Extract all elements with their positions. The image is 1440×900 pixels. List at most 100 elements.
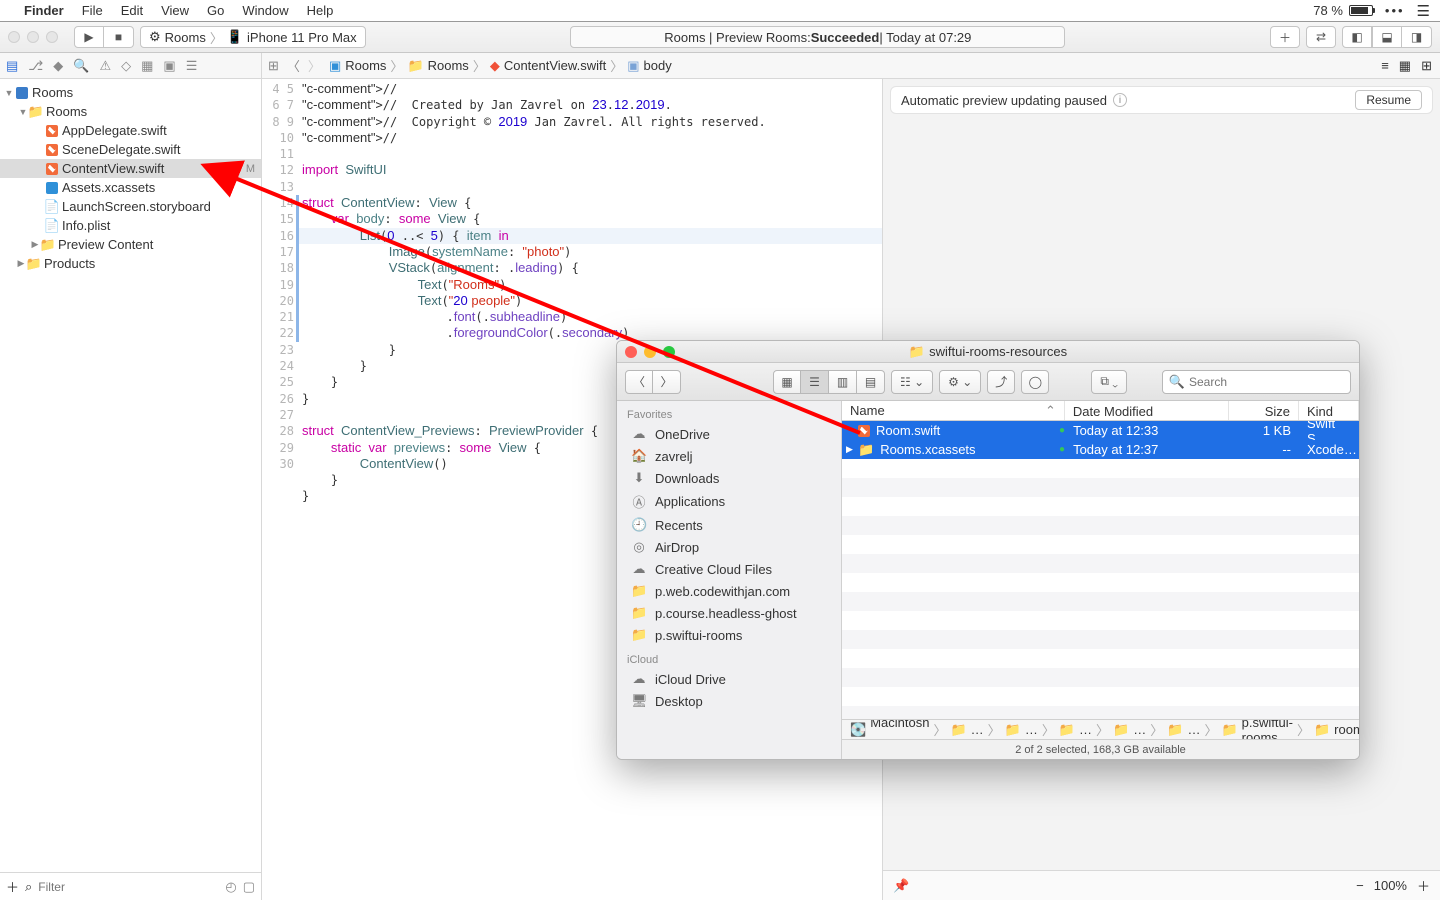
library-button[interactable]: ＋ xyxy=(1270,26,1300,48)
view-list-button[interactable]: ☰ xyxy=(801,370,829,394)
path-segment[interactable]: … xyxy=(1079,722,1092,737)
pin-icon[interactable]: 📌 xyxy=(893,878,909,894)
panel-bottom-button[interactable]: ⬓ xyxy=(1372,26,1402,48)
sidebar-item[interactable]: 📁p.course.headless-ghost xyxy=(617,602,841,624)
tree-file[interactable]: 📄Info.plist xyxy=(0,216,261,235)
share-button[interactable]: ⤴ xyxy=(987,370,1015,394)
resume-button[interactable]: Resume xyxy=(1355,90,1422,110)
stop-button[interactable]: ■ xyxy=(104,26,134,48)
list-item[interactable]: ▶📁Rooms.xcassets●Today at 12:37--Xcode… xyxy=(842,440,1359,459)
tree-file[interactable]: 📄LaunchScreen.storyboard xyxy=(0,197,261,216)
view-gallery-button[interactable]: ▤ xyxy=(857,370,885,394)
list-item[interactable]: Room.swift●Today at 12:331 KBSwift S… xyxy=(842,421,1359,440)
tree-file[interactable]: AppDelegate.swift xyxy=(0,121,261,140)
sidebar-item[interactable]: ☁OneDrive xyxy=(617,423,841,445)
source-control-navigator-icon[interactable]: ⎇ xyxy=(28,58,43,74)
file-tree[interactable]: ▼ Rooms ▼📁 Rooms AppDelegate.swift Scene… xyxy=(0,79,261,872)
breadcrumb[interactable]: ▣Rooms〉 📁Rooms〉 ◆ContentView.swift〉 ▣bod… xyxy=(329,56,672,75)
tree-file[interactable]: Assets.xcassets xyxy=(0,178,261,197)
scheme-selector[interactable]: ⚙︎Rooms 〉 📱iPhone 11 Pro Max xyxy=(140,26,366,48)
sidebar-item[interactable]: ⒶApplications xyxy=(617,489,841,514)
tree-file[interactable]: SceneDelegate.swift xyxy=(0,140,261,159)
zoom-in-button[interactable]: ＋ xyxy=(1417,876,1430,895)
group-button[interactable]: ☷ ⌄ xyxy=(891,370,933,394)
menubar-app[interactable]: Finder xyxy=(24,3,64,18)
editor-options-icon[interactable]: ≡ xyxy=(1381,58,1389,73)
action-button[interactable]: ⚙ ⌄ xyxy=(939,370,981,394)
view-column-button[interactable]: ▥ xyxy=(829,370,857,394)
find-navigator-icon[interactable]: 🔍 xyxy=(73,58,89,74)
menubar-help[interactable]: Help xyxy=(307,3,334,18)
search-input[interactable] xyxy=(1189,375,1344,389)
breakpoint-navigator-icon[interactable]: ▣ xyxy=(163,58,175,74)
list-body[interactable]: Room.swift●Today at 12:331 KBSwift S…▶📁R… xyxy=(842,421,1359,719)
tags-button[interactable]: ◯ xyxy=(1021,370,1049,394)
project-navigator-icon[interactable]: ▤ xyxy=(6,58,18,74)
window-controls[interactable] xyxy=(625,346,675,358)
finder-sidebar[interactable]: Favorites ☁OneDrive🏠zavrelj⬇DownloadsⒶAp… xyxy=(617,401,842,759)
window-controls[interactable] xyxy=(8,31,58,43)
menubar-window[interactable]: Window xyxy=(242,3,288,18)
path-segment[interactable]: … xyxy=(971,722,984,737)
sidebar-item[interactable]: 🏠zavrelj xyxy=(617,445,841,467)
finder-window[interactable]: 📁 swiftui-rooms-resources 〈 〉 ▦ ☰ ▥ ▤ ☷ … xyxy=(616,340,1360,760)
view-icon-button[interactable]: ▦ xyxy=(773,370,801,394)
issue-navigator-icon[interactable]: ⚠ xyxy=(99,58,111,74)
path-segment[interactable]: swiftui-rooms-resources xyxy=(1334,719,1359,739)
control-center-icon[interactable]: ☰ xyxy=(1417,2,1430,20)
tree-file-selected[interactable]: ContentView.swiftM xyxy=(0,159,261,178)
panel-right-button[interactable]: ◨ xyxy=(1402,26,1432,48)
tree-folder[interactable]: ▶📁Preview Content xyxy=(0,235,261,254)
path-segment[interactable]: … xyxy=(1025,722,1038,737)
add-editor-icon[interactable]: ⊞ xyxy=(1421,58,1432,74)
debug-navigator-icon[interactable]: ▦ xyxy=(141,58,153,74)
scm-filter-icon[interactable]: ▢ xyxy=(243,879,255,895)
tree-folder[interactable]: ▶📁Products xyxy=(0,254,261,273)
sidebar-item[interactable]: ⬇Downloads xyxy=(617,467,841,489)
scheme-app: Rooms xyxy=(165,30,206,45)
finder-file-list: Name⌃ Date Modified Size Kind Room.swift… xyxy=(842,401,1359,759)
forward-button[interactable]: 〉 xyxy=(653,370,681,394)
test-navigator-icon[interactable]: ◇ xyxy=(121,58,131,74)
battery-status[interactable]: 78 % xyxy=(1313,3,1373,18)
menubar-file[interactable]: File xyxy=(82,3,103,18)
code-review-button[interactable]: ⇄ xyxy=(1306,26,1336,48)
back-button[interactable]: 〈 xyxy=(287,56,300,75)
finder-titlebar[interactable]: 📁 swiftui-rooms-resources xyxy=(617,341,1359,363)
adjust-editor-icon[interactable]: ▦ xyxy=(1399,58,1411,74)
sidebar-item[interactable]: 📁p.swiftui-rooms xyxy=(617,624,841,646)
path-segment[interactable]: … xyxy=(1133,722,1146,737)
sidebar-item[interactable]: ◎AirDrop xyxy=(617,536,841,558)
overflow-icon[interactable]: ••• xyxy=(1385,3,1405,18)
report-navigator-icon[interactable]: ☰ xyxy=(186,58,198,74)
path-segment[interactable]: p.swiftui-rooms xyxy=(1242,719,1293,739)
path-bar[interactable]: 💽Macintosh …〉📁…〉📁…〉📁…〉📁…〉📁…〉📁p.swiftui-r… xyxy=(842,719,1359,739)
related-items-icon[interactable]: ⊞ xyxy=(268,58,279,74)
menubar-go[interactable]: Go xyxy=(207,3,224,18)
sidebar-item[interactable]: 📁p.web.codewithjan.com xyxy=(617,580,841,602)
add-icon[interactable]: ＋ xyxy=(6,877,19,896)
tree-project-root[interactable]: ▼ Rooms xyxy=(0,83,261,102)
path-segment[interactable]: … xyxy=(1187,722,1200,737)
back-button[interactable]: 〈 xyxy=(625,370,653,394)
finder-search[interactable]: 🔍 xyxy=(1162,370,1351,394)
sidebar-item[interactable]: 🖥Desktop xyxy=(617,690,841,712)
forward-button[interactable]: 〉 xyxy=(308,56,321,75)
filter-input[interactable] xyxy=(38,880,219,894)
zoom-out-button[interactable]: − xyxy=(1356,878,1364,893)
dropbox-button[interactable]: ⧉ ⌄ xyxy=(1091,370,1127,394)
menubar-edit[interactable]: Edit xyxy=(121,3,143,18)
tree-group[interactable]: ▼📁 Rooms xyxy=(0,102,261,121)
sidebar-item[interactable]: 🕘Recents xyxy=(617,514,841,536)
panel-left-button[interactable]: ◧ xyxy=(1342,26,1372,48)
run-button[interactable]: ▶ xyxy=(74,26,104,48)
path-segment[interactable]: Macintosh … xyxy=(870,719,929,739)
sidebar-item[interactable]: ☁iCloud Drive xyxy=(617,668,841,690)
menubar-view[interactable]: View xyxy=(161,3,189,18)
symbol-navigator-icon[interactable]: ◆ xyxy=(53,58,63,74)
info-icon[interactable]: i xyxy=(1113,93,1127,107)
list-header[interactable]: Name⌃ Date Modified Size Kind xyxy=(842,401,1359,421)
recent-filter-icon[interactable]: ◴ xyxy=(225,879,236,895)
sidebar-item[interactable]: ☁Creative Cloud Files xyxy=(617,558,841,580)
swift-icon xyxy=(46,163,58,175)
